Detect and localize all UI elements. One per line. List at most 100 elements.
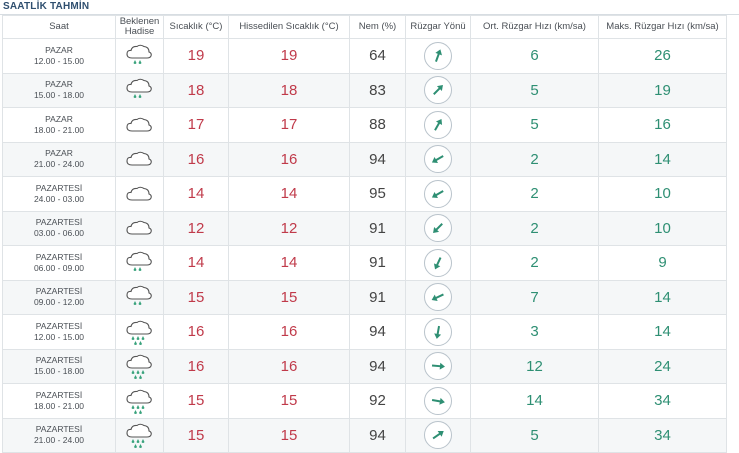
temperature-value: 17 <box>163 107 229 143</box>
table-row: PAZAR 12.00 - 15.00 19 19 64 6 26 <box>2 38 727 74</box>
day-label: PAZARTESİ <box>35 424 83 435</box>
table-row: PAZARTESİ 06.00 - 09.00 14 14 91 2 9 <box>2 245 727 281</box>
day-label: PAZAR <box>45 148 73 159</box>
table-row: PAZAR 15.00 - 18.00 18 18 83 5 19 <box>2 72 727 108</box>
humidity-value: 95 <box>349 176 406 212</box>
rain-icon <box>116 352 163 380</box>
feels-like-value: 12 <box>228 210 350 246</box>
day-label: PAZARTESİ <box>35 251 83 262</box>
time-range: 24.00 - 03.00 <box>33 193 85 204</box>
col-header-hissedilen: Hissedilen Sıcaklık (°C) <box>228 15 350 39</box>
weather-cell <box>115 107 164 143</box>
day-label: PAZARTESİ <box>35 389 83 400</box>
max-wind-value: 14 <box>598 279 727 315</box>
time-cell: PAZAR 21.00 - 24.00 <box>2 141 116 177</box>
day-label: PAZARTESİ <box>35 286 83 297</box>
humidity-value: 94 <box>349 417 406 453</box>
wind-direction-cell <box>405 176 471 212</box>
weather-cell <box>115 210 164 246</box>
wind-direction-cell <box>405 383 471 419</box>
avg-wind-value: 2 <box>470 176 599 212</box>
temperature-value: 16 <box>163 314 229 350</box>
max-wind-value: 19 <box>598 72 727 108</box>
avg-wind-value: 12 <box>470 348 599 384</box>
avg-wind-value: 7 <box>470 279 599 315</box>
humidity-value: 91 <box>349 245 406 281</box>
wind-east-icon <box>424 386 452 415</box>
feels-like-value: 19 <box>228 38 350 74</box>
humidity-value: 94 <box>349 141 406 177</box>
feels-like-value: 14 <box>228 176 350 212</box>
temperature-value: 15 <box>163 383 229 419</box>
time-range: 12.00 - 15.00 <box>33 331 85 342</box>
table-row: PAZARTESİ 09.00 - 12.00 15 15 91 7 14 <box>2 279 727 315</box>
max-wind-value: 24 <box>598 348 727 384</box>
max-wind-value: 26 <box>598 38 727 74</box>
day-label: PAZAR <box>45 44 73 55</box>
weather-cell <box>115 383 164 419</box>
feels-like-value: 15 <box>228 383 350 419</box>
feels-like-value: 15 <box>228 417 350 453</box>
table-row: PAZARTESİ 12.00 - 15.00 16 16 94 3 14 <box>2 314 727 350</box>
day-label: PAZARTESİ <box>35 320 83 331</box>
humidity-value: 64 <box>349 38 406 74</box>
cloudy-icon <box>116 115 163 135</box>
avg-wind-value: 3 <box>470 314 599 350</box>
time-cell: PAZARTESİ 24.00 - 03.00 <box>2 176 116 212</box>
humidity-value: 91 <box>349 279 406 315</box>
temperature-value: 19 <box>163 38 229 74</box>
avg-wind-value: 6 <box>470 38 599 74</box>
time-range: 21.00 - 24.00 <box>33 159 85 170</box>
rain-icon <box>116 318 163 346</box>
max-wind-value: 34 <box>598 383 727 419</box>
wind-direction-cell <box>405 38 471 74</box>
humidity-value: 91 <box>349 210 406 246</box>
wind-direction-cell <box>405 417 471 453</box>
wind-direction-cell <box>405 141 471 177</box>
wind-direction-cell <box>405 245 471 281</box>
max-wind-value: 14 <box>598 141 727 177</box>
time-range: 15.00 - 18.00 <box>33 90 85 101</box>
humidity-value: 94 <box>349 348 406 384</box>
day-label: PAZAR <box>45 79 73 90</box>
wind-northeast-icon <box>424 421 452 450</box>
weather-cell <box>115 176 164 212</box>
table-row: PAZARTESİ 15.00 - 18.00 16 16 94 12 24 <box>2 348 727 384</box>
light-rain-icon <box>116 76 163 104</box>
table-row: PAZARTESİ 18.00 - 21.00 15 15 92 14 34 <box>2 383 727 419</box>
avg-wind-value: 2 <box>470 245 599 281</box>
table-row: PAZAR 21.00 - 24.00 16 16 94 2 14 <box>2 141 727 177</box>
wind-direction-cell <box>405 348 471 384</box>
avg-wind-value: 5 <box>470 417 599 453</box>
feels-like-value: 14 <box>228 245 350 281</box>
wind-southwest-icon <box>424 145 452 174</box>
wind-southwest-icon <box>424 283 452 312</box>
weather-cell <box>115 72 164 108</box>
max-wind-value: 10 <box>598 176 727 212</box>
cloudy-icon <box>116 184 163 204</box>
table-row: PAZARTESİ 21.00 - 24.00 15 15 94 5 34 <box>2 417 727 453</box>
humidity-value: 88 <box>349 107 406 143</box>
avg-wind-value: 14 <box>470 383 599 419</box>
time-range: 18.00 - 21.00 <box>33 400 85 411</box>
wind-north-northeast-icon <box>424 110 452 139</box>
col-header-ort-ruzgar: Ort. Rüzgar Hızı (km/sa) <box>470 15 599 39</box>
col-header-ruzgar-yonu: Rüzgar Yönü <box>405 15 471 39</box>
max-wind-value: 16 <box>598 107 727 143</box>
col-header-sicaklik: Sıcaklık (°C) <box>163 15 229 39</box>
wind-south-icon <box>424 317 452 346</box>
feels-like-value: 16 <box>228 348 350 384</box>
time-cell: PAZARTESİ 18.00 - 21.00 <box>2 383 116 419</box>
wind-direction-cell <box>405 72 471 108</box>
time-cell: PAZAR 18.00 - 21.00 <box>2 107 116 143</box>
weather-cell <box>115 141 164 177</box>
light-rain-icon <box>116 249 163 277</box>
weather-cell <box>115 38 164 74</box>
feels-like-value: 18 <box>228 72 350 108</box>
time-range: 15.00 - 18.00 <box>33 366 85 377</box>
weather-cell <box>115 245 164 281</box>
day-label: PAZARTESİ <box>35 182 83 193</box>
table-header-row: Saat Beklenen Hadise Sıcaklık (°C) Hissed… <box>2 15 727 39</box>
avg-wind-value: 5 <box>470 72 599 108</box>
wind-direction-cell <box>405 210 471 246</box>
